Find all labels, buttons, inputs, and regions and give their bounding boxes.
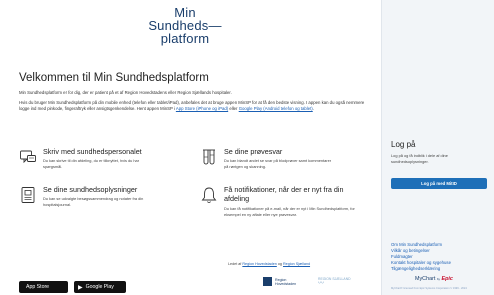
region-hovedstaden-logo-text: Region Hovedstaden xyxy=(275,278,296,286)
copyright-text: MyChart® licensed from Epic Systems Corp… xyxy=(391,287,467,290)
login-description: Log på og få indblik i dele af dine sund… xyxy=(391,153,448,164)
region-hovedstaden-link[interactable]: Region Hovedstaden xyxy=(242,262,276,266)
app-store-badge[interactable]: App Store xyxy=(19,281,68,293)
feature-description: Du kan få notifikationer på e-mail, når … xyxy=(224,206,355,217)
main-content: Min Sundheds— platform Velkommen til Min… xyxy=(0,0,380,295)
app-recommendation-text: Hvis du bruger Min Sundhedsplatform på d… xyxy=(19,100,369,112)
feature-title: Skriv med sundhedspersonalet xyxy=(43,147,142,156)
login-sidebar: Log på Log på og få indblik i dele af di… xyxy=(381,0,494,295)
feature-title: Se dine sundhedsoplysninger xyxy=(43,185,138,194)
app-store-label: App Store xyxy=(26,284,50,290)
led-by-text: Ledet af Region Hovedstaden og Region Sj… xyxy=(228,262,310,266)
bell-icon xyxy=(201,187,217,203)
feature-description: Du kan blandt andet se svar på blodprøve… xyxy=(224,158,332,169)
mychart-wordmark: MyChart xyxy=(415,276,436,282)
feature-title-line-2: afdeling xyxy=(224,194,250,203)
sidebar-links: Om Min Sundhedsplatform Vilkår og beting… xyxy=(391,242,491,272)
app-recommendation-text-b: eller xyxy=(228,106,239,111)
test-tubes-icon xyxy=(203,149,215,165)
google-play-link[interactable]: Google Play (Android telefon og tablet) xyxy=(239,106,313,111)
link-accessibility[interactable]: Tilgængelighedserklæring xyxy=(391,266,491,272)
mychart-logo: MyChart by Epic xyxy=(415,276,453,282)
google-play-badge[interactable]: ▶ Google Play xyxy=(74,281,126,293)
led-by-prefix: Ledet af xyxy=(228,262,242,266)
min-sundhedsplatform-logo[interactable]: Min Sundheds— platform xyxy=(130,6,240,45)
feature-description: Du kan se udvalgte besøgssammendrag og n… xyxy=(43,196,144,207)
region-hovedstaden-logo-line-2: Hovedstaden xyxy=(275,282,297,286)
google-play-label: Google Play xyxy=(85,284,114,290)
app-store-link[interactable]: App Store (iPhone og iPad) xyxy=(176,106,228,111)
feature-description: Du kan skrive til din afdeling, du er ti… xyxy=(43,158,140,169)
footer: App Store ▶ Google Play Ledet af Region … xyxy=(0,258,380,295)
app-recommendation-text-c: . xyxy=(312,106,314,111)
region-sjaelland-logo: REGION SJÆLLAND 〰 xyxy=(318,277,352,287)
intro-text: Min Sundhedsplatform er for dig, der er … xyxy=(19,90,232,95)
login-title: Log på xyxy=(391,140,416,149)
mychart-by: by xyxy=(436,277,441,281)
wave-icon: 〰 xyxy=(318,281,325,287)
document-icon xyxy=(21,187,35,203)
feature-test-results: Se dine prøvesvar Du kan blandt andet se… xyxy=(200,148,370,180)
feature-title: Få notifikationer, når der er nyt fra di… xyxy=(224,185,344,194)
region-hovedstaden-logo xyxy=(263,277,272,286)
chat-icon xyxy=(20,150,36,164)
and-text: og xyxy=(277,262,282,266)
login-mitid-button[interactable]: Log på med MitID xyxy=(391,178,487,189)
feature-health-records: Se dine sundhedsoplysninger Du kan se ud… xyxy=(19,186,184,226)
page-title: Velkommen til Min Sundhedsplatform xyxy=(19,72,209,84)
feature-notifications: Få notifikationer, når der er nyt fra di… xyxy=(200,186,370,246)
region-sjaelland-link[interactable]: Region Sjælland xyxy=(283,262,310,266)
feature-messaging: Skriv med sundhedspersonalet Du kan skri… xyxy=(19,148,184,180)
epic-wordmark: Epic xyxy=(441,276,453,282)
feature-title: Se dine prøvesvar xyxy=(224,147,283,156)
play-icon: ▶ xyxy=(78,284,83,291)
logo-line-3: platform xyxy=(160,31,210,46)
